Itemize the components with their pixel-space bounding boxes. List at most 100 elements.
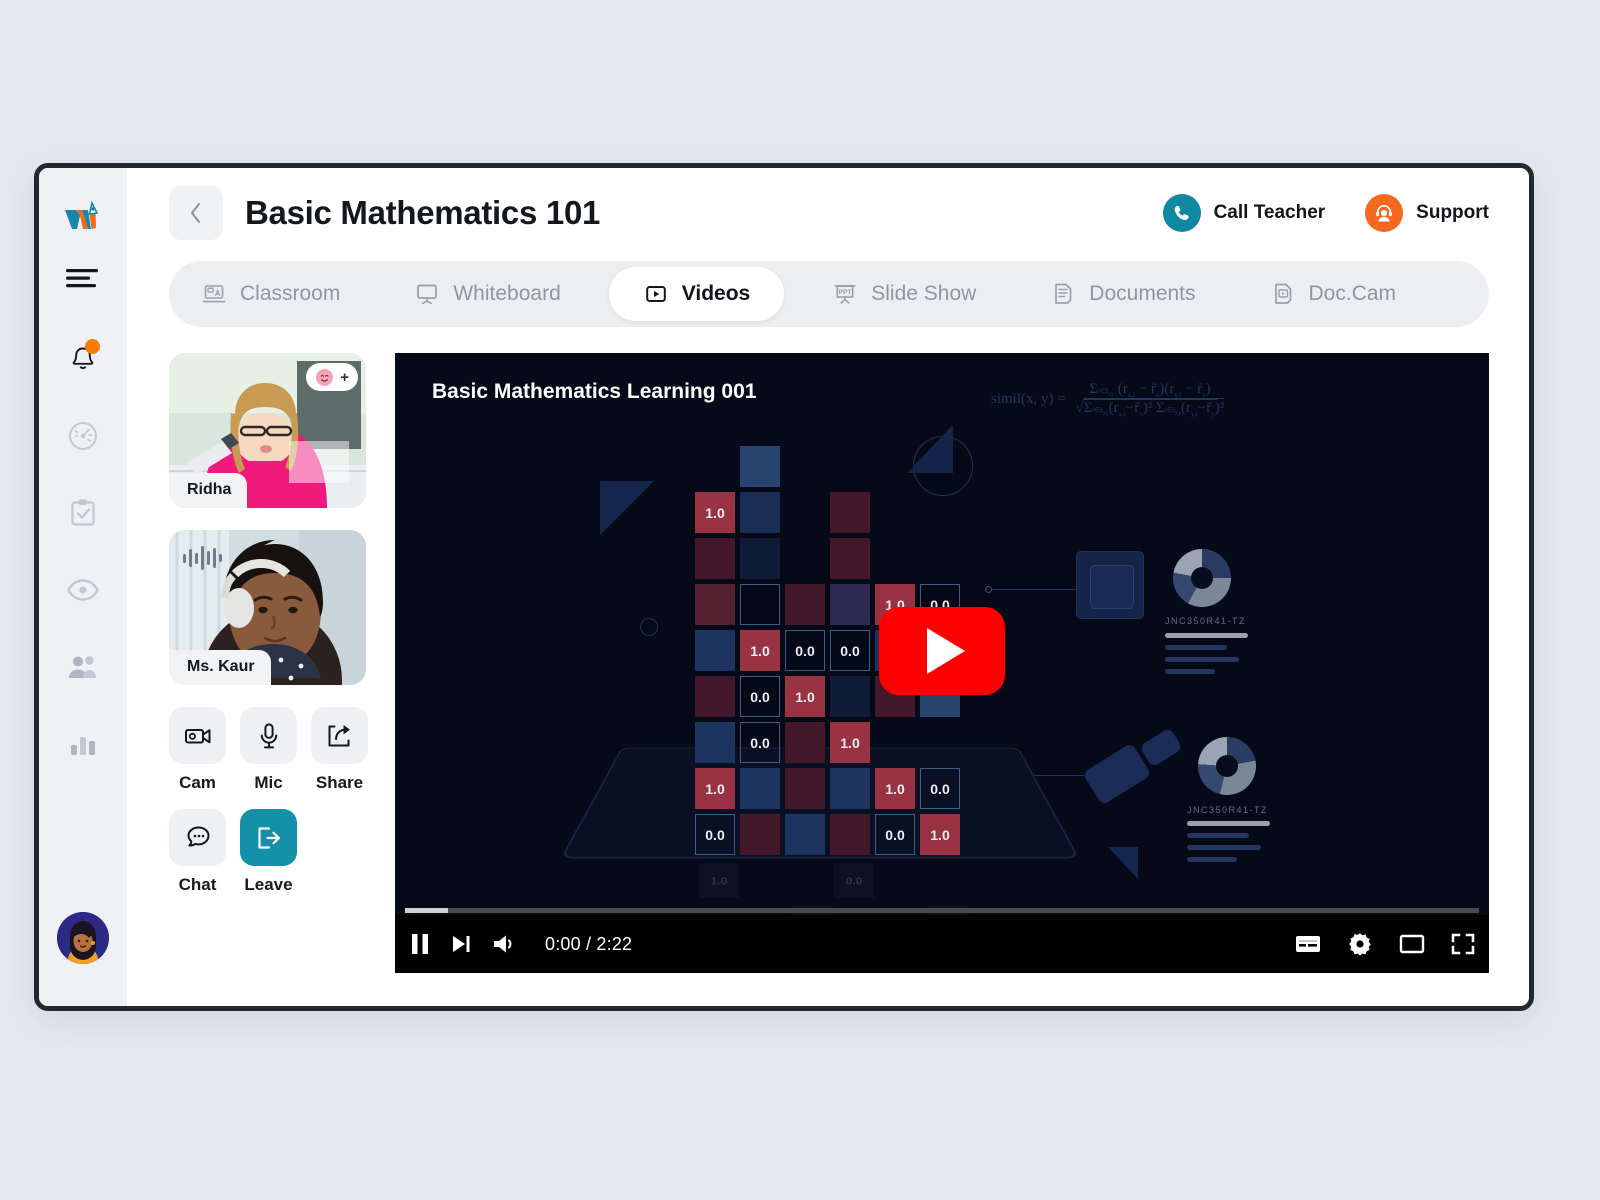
decorative-triangle: [1108, 847, 1138, 879]
call-teacher-label: Call Teacher: [1213, 202, 1326, 223]
left-sidebar: [39, 168, 127, 1006]
heatmap-cell: [695, 676, 735, 717]
tab-slide-show[interactable]: PPT Slide Show: [806, 267, 1002, 321]
donut-chart-top: [1173, 549, 1231, 607]
sidebar-item-attendance[interactable]: [59, 566, 107, 614]
tab-whiteboard[interactable]: Whiteboard: [388, 267, 586, 321]
heatmap-cell: 1.0: [920, 814, 960, 855]
heatmap-cell: 1.0: [830, 722, 870, 763]
participants-panel: + Ridha Ms. Kaur Cam Mic Share Chat Leav…: [169, 353, 369, 973]
progress-bar-track[interactable]: [405, 908, 1479, 913]
chat-label: Chat: [178, 875, 217, 894]
reaction-plus: +: [340, 368, 349, 386]
fullscreen-button[interactable]: [1451, 933, 1475, 955]
tab-videos[interactable]: Videos: [608, 267, 785, 321]
tab-documents[interactable]: Documents: [1024, 267, 1221, 321]
spec-bar: [1187, 845, 1261, 850]
formula-label: simil(x, y) =: [991, 391, 1066, 408]
content-area: + Ridha Ms. Kaur Cam Mic Share Chat Leav…: [127, 327, 1529, 973]
chip-code-bottom: JNC350R41-TZ: [1187, 805, 1269, 815]
decorative-triangle: [907, 425, 953, 473]
heatmap-cell: [785, 584, 825, 625]
tab-doc-cam-label: Doc.Cam: [1308, 282, 1397, 305]
settings-button[interactable]: [1347, 931, 1373, 957]
sidebar-item-notifications[interactable]: [59, 335, 107, 383]
next-button[interactable]: [449, 932, 473, 956]
w-pencil-logo[interactable]: [59, 193, 107, 241]
share-button[interactable]: Share: [311, 707, 368, 793]
doc-cam-icon: [1270, 281, 1296, 307]
page-title: Basic Mathematics 101: [245, 194, 601, 231]
notification-badge: [85, 339, 100, 354]
sidebar-item-dashboard[interactable]: [59, 412, 107, 460]
camera-icon: [169, 707, 226, 764]
heatmap-cell: 1.0: [740, 630, 780, 671]
spec-bar: [1187, 821, 1270, 826]
sidebar-item-assignments[interactable]: [59, 489, 107, 537]
user-avatar[interactable]: [57, 912, 109, 964]
tab-classroom-label: Classroom: [240, 282, 341, 305]
smiley-icon: [316, 368, 334, 386]
spec-bar: [1187, 857, 1237, 862]
volume-button[interactable]: [491, 932, 517, 956]
reaction-pill[interactable]: +: [306, 363, 358, 391]
cam-button[interactable]: Cam: [169, 707, 226, 793]
heatmap-cell: [785, 768, 825, 809]
tab-doc-cam[interactable]: Doc.Cam: [1244, 267, 1423, 321]
captions-icon: [1296, 936, 1320, 952]
share-icon: [311, 707, 368, 764]
heatmap-cell: [740, 584, 780, 625]
youtube-play-button[interactable]: [879, 606, 1005, 695]
heatmap-cell: [695, 538, 735, 579]
video-player[interactable]: Basic Mathematics Learning 001 1.0 1.0 0…: [395, 353, 1489, 973]
tab-classroom[interactable]: Classroom: [175, 267, 366, 321]
svg-text:PPT: PPT: [839, 289, 852, 296]
heatmap-cell: [830, 814, 870, 855]
heatmap-cell: 0.0: [740, 676, 780, 717]
support-label: Support: [1416, 202, 1489, 223]
heatmap-cell: [785, 722, 825, 763]
spec-bar: [1165, 645, 1227, 650]
call-teacher-button[interactable]: Call Teacher: [1162, 194, 1326, 232]
participant-name: Ms. Kaur: [169, 650, 271, 685]
leave-button[interactable]: Leave: [240, 809, 297, 895]
sidebar-item-reports[interactable]: [59, 720, 107, 768]
participant-tile[interactable]: Ms. Kaur: [169, 530, 366, 685]
tab-whiteboard-label: Whiteboard: [453, 282, 561, 305]
share-label: Share: [315, 773, 364, 792]
heatmap-cell: 0.0: [875, 814, 915, 855]
tab-slide-show-label: Slide Show: [871, 282, 977, 305]
hamburger-icon[interactable]: [60, 263, 106, 293]
headset-agent-icon: [1365, 194, 1404, 232]
miniplayer-button[interactable]: [1399, 933, 1425, 955]
capacitor-graphic: [1139, 727, 1183, 768]
sidebar-item-participants[interactable]: [59, 643, 107, 691]
participant-tile[interactable]: + Ridha: [169, 353, 366, 508]
pause-icon: [412, 934, 428, 954]
play-triangle-icon: [926, 627, 965, 674]
heatmap-cell: [830, 538, 870, 579]
heatmap-cell: [740, 538, 780, 579]
chat-button[interactable]: Chat: [169, 809, 226, 895]
heatmap-cell: [740, 814, 780, 855]
player-right-controls: [1295, 931, 1475, 957]
fullscreen-icon: [1451, 933, 1475, 955]
back-button[interactable]: [169, 186, 223, 240]
pause-button[interactable]: [409, 931, 431, 957]
skip-next-icon: [453, 936, 470, 952]
decorative-circle: [640, 618, 658, 636]
mic-button[interactable]: Mic: [240, 707, 297, 793]
mic-label: Mic: [254, 773, 283, 792]
support-button[interactable]: Support: [1365, 194, 1489, 232]
heatmap-cell: 0.0: [920, 768, 960, 809]
cam-label: Cam: [179, 773, 216, 792]
gear-icon: [1349, 933, 1371, 956]
heatmap-cell: [695, 584, 735, 625]
heatmap-cell: [830, 584, 870, 625]
phone-icon: [1162, 194, 1201, 232]
main-area: Basic Mathematics 101 Call Teacher Suppo…: [127, 168, 1529, 1006]
heatmap-cell: 0.0: [740, 722, 780, 763]
microphone-icon: [240, 707, 297, 764]
subtitles-button[interactable]: [1295, 934, 1321, 954]
player-controls-bar: 0:00 / 2:22: [395, 908, 1489, 973]
